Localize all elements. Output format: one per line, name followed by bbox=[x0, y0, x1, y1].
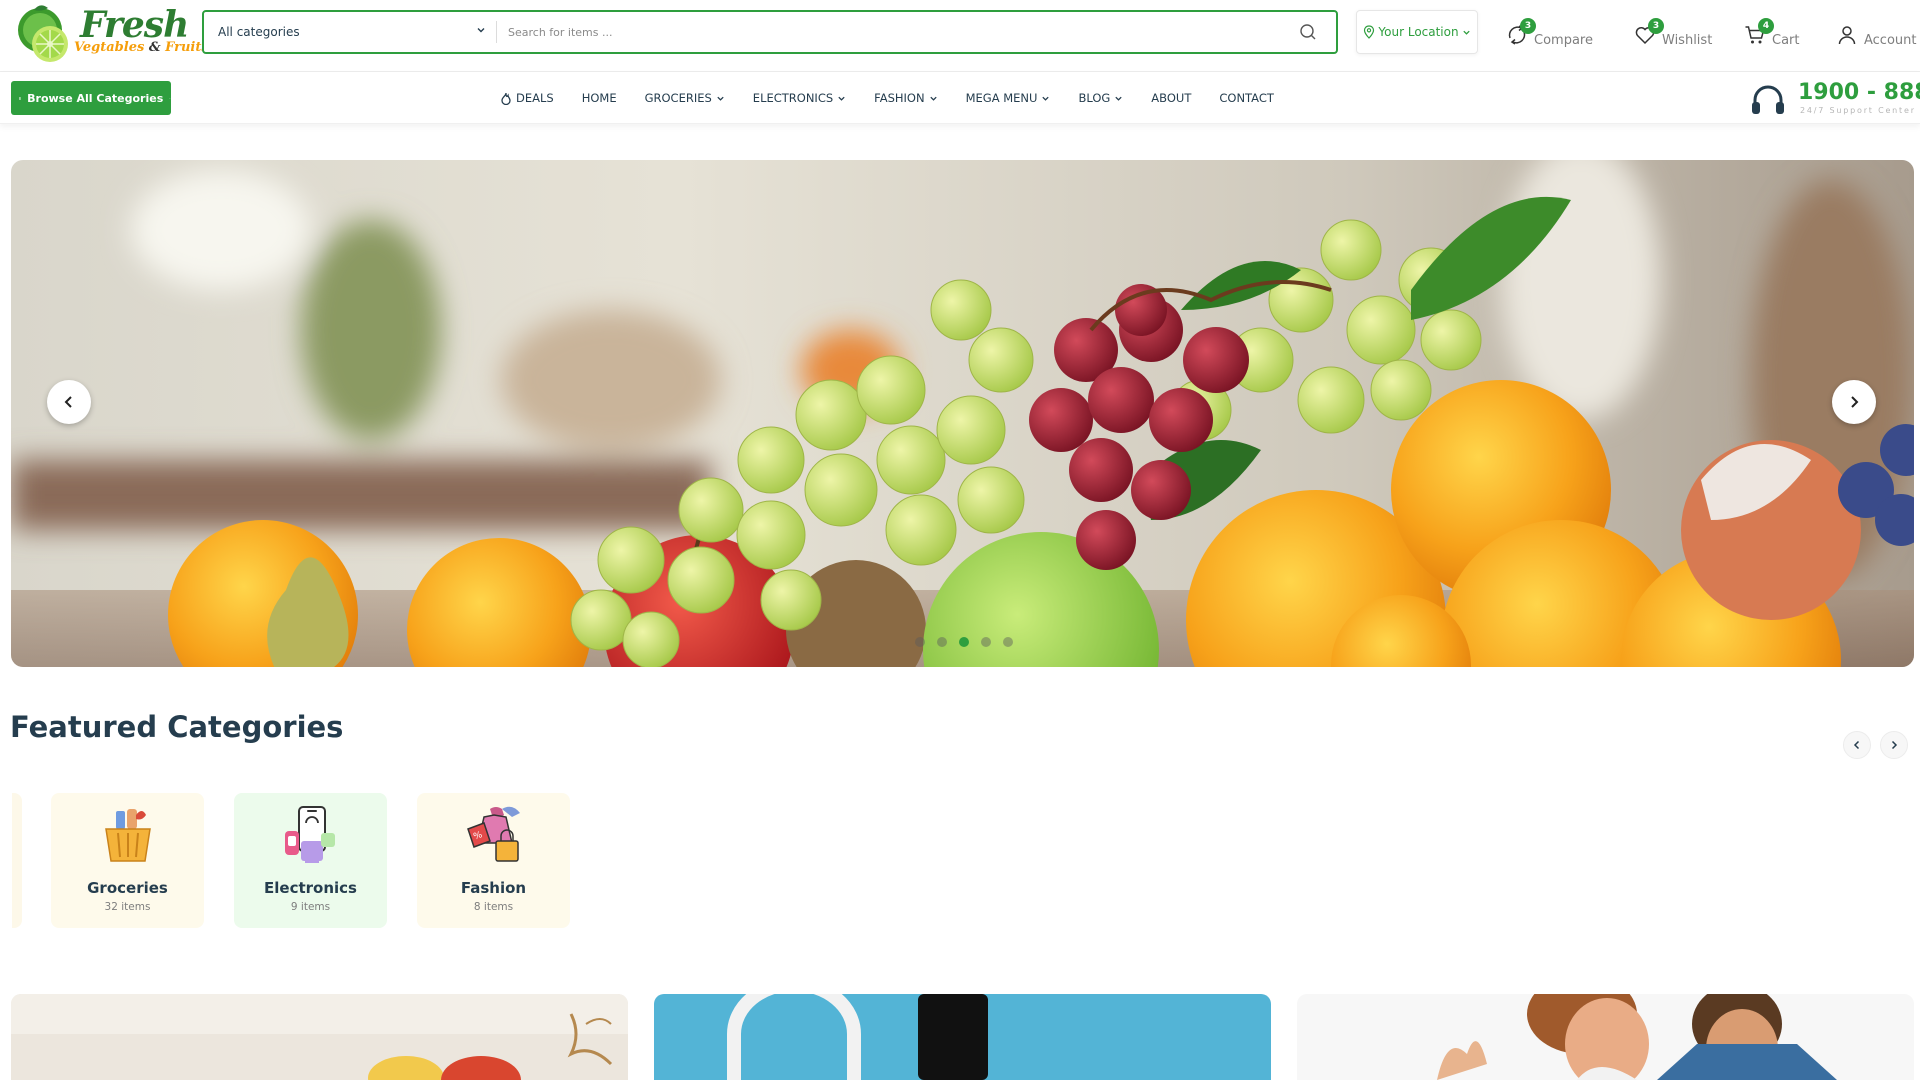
browse-categories-label: Browse All Categories bbox=[27, 91, 164, 105]
nav-item-electronics[interactable]: ELECTRONICS bbox=[753, 91, 846, 105]
hero-dot-active[interactable] bbox=[959, 637, 969, 647]
logo-tagline: Vegtables & Fruits bbox=[74, 40, 209, 55]
chevron-down-icon bbox=[1115, 96, 1122, 101]
chevron-left-icon bbox=[64, 396, 72, 408]
search-bar: All categories bbox=[202, 10, 1338, 54]
fire-icon bbox=[501, 92, 511, 105]
category-select-value: All categories bbox=[218, 25, 300, 39]
wishlist-label: Wishlist bbox=[1662, 33, 1713, 48]
logo[interactable]: Fresh Vegtables & Fruits bbox=[10, 2, 209, 66]
banner-image bbox=[1297, 994, 1914, 1080]
chevron-down-icon bbox=[929, 96, 937, 101]
banner-image bbox=[11, 994, 628, 1080]
chevron-down-icon bbox=[717, 96, 724, 101]
compare-button[interactable]: 3 Compare bbox=[1506, 18, 1593, 48]
compare-count-badge: 3 bbox=[1520, 18, 1536, 34]
location-label: Your Location bbox=[1378, 25, 1459, 39]
category-card-electronics[interactable]: Electronics 9 items bbox=[234, 793, 387, 928]
hero-dot[interactable] bbox=[981, 637, 991, 647]
account-button[interactable]: Account bbox=[1836, 18, 1917, 48]
wishlist-count-badge: 3 bbox=[1648, 18, 1664, 34]
chevron-down-icon bbox=[477, 28, 485, 33]
hero-prev-button[interactable] bbox=[47, 380, 91, 424]
support-subtitle: 24/7 Support Center bbox=[1800, 106, 1916, 115]
fashion-icon: % bbox=[466, 806, 520, 862]
featured-prev-button[interactable] bbox=[1843, 731, 1871, 759]
chevron-right-icon bbox=[1891, 740, 1898, 750]
nav-item-mega-menu[interactable]: MEGA MENU bbox=[966, 91, 1051, 105]
hero-dot[interactable] bbox=[937, 637, 947, 647]
cart-button[interactable]: 4 Cart bbox=[1744, 18, 1800, 48]
browse-categories-button[interactable]: Browse All Categories bbox=[11, 81, 171, 115]
category-card-fashion[interactable]: % Fashion 8 items bbox=[417, 793, 570, 928]
featured-categories-title: Featured Categories bbox=[10, 710, 344, 744]
header-top: Fresh Vegtables & Fruits All categories … bbox=[0, 0, 1920, 72]
electronics-icon bbox=[284, 806, 335, 863]
promo-banner-fashion[interactable] bbox=[1297, 994, 1914, 1080]
category-select[interactable]: All categories bbox=[204, 12, 496, 52]
promo-banner-electronics[interactable] bbox=[654, 994, 1271, 1080]
headphones-icon bbox=[1752, 85, 1784, 114]
main-nav-bar: Browse All Categories DEALS HOME GROCERI… bbox=[0, 72, 1920, 124]
category-card-partial bbox=[12, 793, 22, 928]
chevron-down-icon bbox=[1462, 30, 1470, 35]
chevron-right-icon bbox=[1851, 396, 1859, 408]
support-center[interactable]: 1900 - 888 24/7 Support Center bbox=[1750, 78, 1920, 118]
nav-item-home[interactable]: HOME bbox=[582, 91, 617, 105]
chevron-down-icon bbox=[169, 97, 171, 99]
hero-pagination bbox=[915, 637, 1013, 647]
category-count: 9 items bbox=[290, 901, 331, 913]
hero-dot[interactable] bbox=[915, 637, 925, 647]
hero-next-button[interactable] bbox=[1832, 380, 1876, 424]
category-name: Fashion bbox=[460, 879, 527, 897]
category-card-groceries[interactable]: Groceries 32 items bbox=[51, 793, 204, 928]
category-name: Electronics bbox=[264, 879, 357, 897]
search-divider bbox=[496, 21, 497, 43]
support-phone-number: 1900 - 888 bbox=[1798, 80, 1920, 105]
search-input[interactable] bbox=[508, 12, 1288, 52]
search-icon[interactable] bbox=[1298, 22, 1318, 42]
chevron-left-icon bbox=[1853, 740, 1860, 750]
main-nav: DEALS HOME GROCERIES ELECTRONICS FASHION… bbox=[500, 72, 1302, 124]
nav-item-fashion[interactable]: FASHION bbox=[874, 91, 937, 105]
nav-item-about[interactable]: ABOUT bbox=[1151, 91, 1191, 105]
promo-banner-groceries[interactable] bbox=[11, 994, 628, 1080]
wishlist-button[interactable]: 3 Wishlist bbox=[1634, 18, 1712, 48]
featured-next-button[interactable] bbox=[1880, 731, 1908, 759]
chevron-down-icon bbox=[838, 96, 845, 101]
grid-icon bbox=[19, 96, 22, 100]
compare-label: Compare bbox=[1534, 33, 1593, 48]
location-selector[interactable]: Your Location bbox=[1356, 10, 1478, 54]
hero-slider bbox=[11, 160, 1914, 667]
category-count: 32 items bbox=[104, 901, 151, 913]
chevron-down-icon bbox=[1042, 96, 1050, 101]
hero-fruit-image bbox=[11, 160, 1914, 667]
nav-item-blog[interactable]: BLOG bbox=[1078, 91, 1123, 105]
nav-item-deals[interactable]: DEALS bbox=[500, 91, 554, 105]
category-name: Groceries bbox=[87, 879, 168, 897]
banner-image bbox=[654, 994, 1271, 1080]
hero-dot[interactable] bbox=[1003, 637, 1013, 647]
grocery-basket-icon bbox=[104, 809, 151, 862]
cart-label: Cart bbox=[1772, 33, 1800, 48]
category-count: 8 items bbox=[473, 901, 514, 913]
nav-item-contact[interactable]: CONTACT bbox=[1219, 91, 1274, 105]
account-label: Account bbox=[1864, 33, 1917, 48]
cart-count-badge: 4 bbox=[1758, 18, 1774, 34]
user-icon bbox=[1838, 26, 1856, 45]
nav-item-groceries[interactable]: GROCERIES bbox=[645, 91, 725, 105]
map-pin-icon bbox=[1364, 25, 1375, 39]
lime-logo-icon bbox=[18, 5, 68, 62]
